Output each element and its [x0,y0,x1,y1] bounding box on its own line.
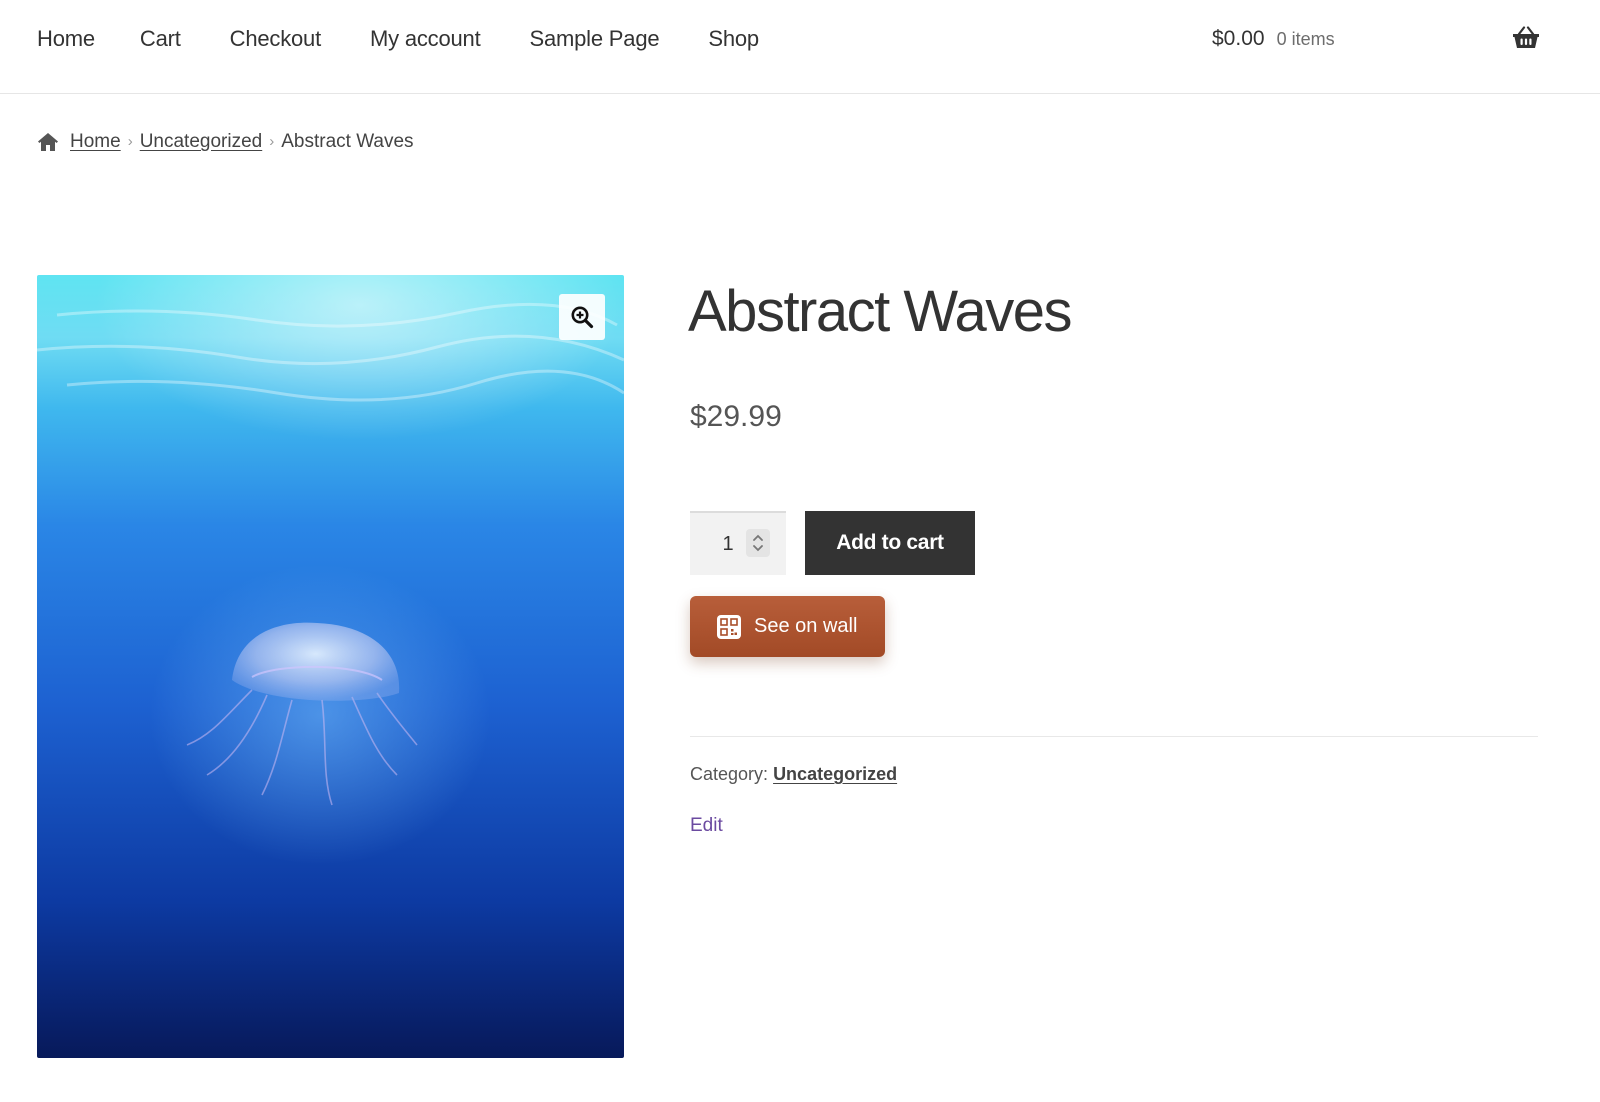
quantity-stepper[interactable] [690,511,786,575]
quantity-spinner-icon[interactable] [746,529,770,557]
qr-code-icon [717,614,741,639]
nav-item-my-account[interactable]: My account [370,24,481,54]
breadcrumb: Home › Uncategorized › Abstract Waves [37,128,414,156]
nav-item-sample-page[interactable]: Sample Page [530,24,660,54]
nav-item-home[interactable]: Home [37,24,95,54]
site-header: Home Cart Checkout My account Sample Pag… [0,0,1600,94]
quantity-input[interactable] [706,527,750,561]
header-cart-summary[interactable]: $0.00 0 items [1212,24,1335,54]
chevron-right-icon: › [269,133,275,150]
chevron-right-icon: › [127,133,133,150]
category-link[interactable]: Uncategorized [773,764,897,784]
jellyfish-image [37,275,624,1058]
product-meta: Category: Uncategorized [690,760,897,788]
breadcrumb-current: Abstract Waves [281,131,414,152]
zoom-in-button[interactable] [559,294,605,340]
nav-item-cart[interactable]: Cart [140,24,181,54]
category-label: Category: [690,764,769,784]
product-price: $29.99 [690,400,782,433]
product-image[interactable] [37,275,624,1058]
primary-navigation: Home Cart Checkout My account Sample Pag… [37,24,804,54]
nav-item-checkout[interactable]: Checkout [230,24,322,54]
cart-total: $0.00 [1212,27,1265,50]
see-on-wall-button[interactable]: See on wall [690,596,885,657]
edit-link[interactable]: Edit [690,812,723,840]
home-icon [38,133,58,151]
divider [690,736,1538,737]
breadcrumb-category-link[interactable]: Uncategorized [140,128,263,156]
zoom-in-icon [571,306,594,329]
breadcrumb-home-link[interactable]: Home [70,128,121,156]
cart-item-count: 0 items [1276,29,1335,49]
add-to-cart-button[interactable]: Add to cart [805,511,975,575]
see-on-wall-label: See on wall [754,615,858,637]
nav-item-shop[interactable]: Shop [708,24,759,54]
product-title: Abstract Waves [688,279,1072,344]
basket-icon[interactable] [1512,26,1540,50]
